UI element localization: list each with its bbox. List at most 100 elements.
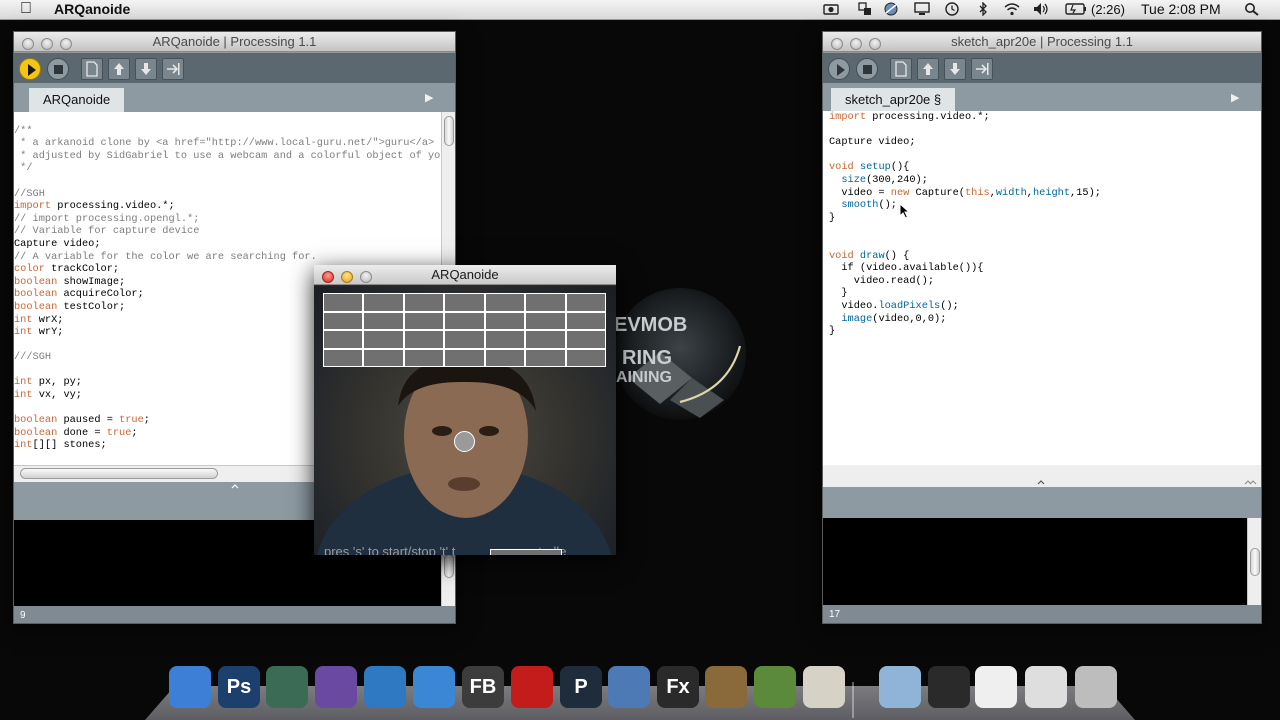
splitter-handle-icon[interactable] [228,482,242,490]
wifi-icon[interactable] [1004,2,1020,16]
left-console-vscroll-thumb[interactable] [444,554,454,578]
photoshop-icon[interactable]: Ps [218,666,260,708]
globe-icon[interactable] [364,666,406,708]
coffee-cup-icon[interactable] [803,666,845,708]
right-console-vscrollbar[interactable] [1247,518,1261,605]
export-button[interactable] [971,58,993,80]
code-line[interactable]: // import processing.opengl.*; [14,213,441,226]
code-line[interactable] [829,237,1247,250]
code-line[interactable]: * adjusted by SidGabriel to use a webcam… [14,150,441,163]
zoom-window-icon[interactable] [60,38,72,50]
close-window-icon[interactable] [22,38,34,50]
camera-icon[interactable] [823,2,839,16]
code-line[interactable] [829,149,1247,162]
webcam-video-canvas[interactable]: pres 's' to start/stop 't' tcontrolle [314,286,616,555]
code-line[interactable]: */ [14,162,441,175]
menubar-clock[interactable]: Tue 2:08 PM [1141,1,1221,17]
window-thumb-1-icon[interactable] [928,666,970,708]
code-line[interactable]: import processing.video.*; [14,200,441,213]
right-window-titlebar[interactable]: sketch_apr20e | Processing 1.1 [823,32,1261,52]
window-thumb-2-icon[interactable] [975,666,1017,708]
code-line[interactable]: Capture video; [14,238,441,251]
flash-builder-icon[interactable]: FB [462,666,504,708]
time-machine-icon[interactable] [944,2,960,16]
code-line[interactable]: // A variable for the color we are searc… [14,251,441,264]
new-button[interactable] [81,58,103,80]
right-console-vscroll-thumb[interactable] [1250,548,1260,576]
minimize-window-icon[interactable] [41,38,53,50]
save-button[interactable] [944,58,966,80]
window-thumb-3-icon[interactable] [1025,666,1067,708]
export-button[interactable] [162,58,184,80]
tab-menu-arrow-icon[interactable]: ▶ [425,91,439,104]
code-line[interactable]: //SGH [14,188,441,201]
trash-icon[interactable] [1075,666,1117,708]
left-editor-hscroll-thumb[interactable] [20,468,218,479]
open-button[interactable] [917,58,939,80]
safari-icon[interactable] [413,666,455,708]
new-button[interactable] [890,58,912,80]
open-button[interactable] [108,58,130,80]
flash-icon[interactable] [511,666,553,708]
left-editor-vscroll-thumb[interactable] [444,116,454,146]
run-button[interactable] [19,58,41,80]
aperture-gear-icon[interactable] [315,666,357,708]
zoom-window-icon[interactable] [360,271,372,283]
bluetooth-icon[interactable] [975,2,991,16]
tab-arqanoide[interactable]: ARQanoide [29,88,125,112]
stop-button[interactable] [856,58,878,80]
code-line[interactable]: size(300,240); [829,174,1247,187]
code-line[interactable] [829,224,1247,237]
minimize-window-icon[interactable] [341,271,353,283]
right-console[interactable] [823,518,1247,605]
code-line[interactable] [14,112,441,125]
code-line[interactable]: void setup(){ [829,161,1247,174]
code-line[interactable] [14,175,441,188]
code-line[interactable]: video.loadPixels(); [829,300,1247,313]
display-icon[interactable] [914,2,930,16]
code-line[interactable]: } [829,325,1247,338]
code-line[interactable] [829,124,1247,137]
battery-icon[interactable] [1065,2,1087,16]
media-icon[interactable] [705,666,747,708]
code-line[interactable]: smooth(); [829,199,1247,212]
code-line[interactable]: * a arkanoid clone by <a href="http://ww… [14,137,441,150]
code-line[interactable]: video = new Capture(this,width,height,15… [829,187,1247,200]
run-button[interactable] [828,58,850,80]
code-line[interactable]: image(video,0,0); [829,313,1247,326]
code-line[interactable]: video.read(); [829,275,1247,288]
sync-icon[interactable] [857,2,873,16]
right-editor-hscrollbar[interactable] [823,465,1261,487]
code-line[interactable]: // Variable for capture device [14,225,441,238]
finder-icon[interactable] [169,666,211,708]
code-line[interactable]: } [829,287,1247,300]
code-line[interactable]: /** [14,125,441,138]
splitter-handle-icon[interactable] [1034,478,1048,486]
left-window-titlebar[interactable]: ARQanoide | Processing 1.1 [14,32,455,52]
tab-sketch-apr20e[interactable]: sketch_apr20e § [831,88,956,112]
stop-button[interactable] [47,58,69,80]
apple-menu-icon[interactable]:  [20,0,32,18]
save-button[interactable] [135,58,157,80]
code-line[interactable]: if (video.available()){ [829,262,1247,275]
volume-icon[interactable] [1033,2,1049,16]
resize-corner-icon[interactable] [1243,478,1257,486]
illustrator-brain-icon[interactable] [266,666,308,708]
preview-icon[interactable] [754,666,796,708]
folder-icon[interactable] [879,666,921,708]
zoom-window-icon[interactable] [869,38,881,50]
close-window-icon[interactable] [322,271,334,283]
close-window-icon[interactable] [831,38,843,50]
right-code-editor[interactable]: import processing.video.*; Capture video;… [823,111,1247,465]
app-menu-name[interactable]: ARQanoide [54,1,130,17]
sketch-titlebar[interactable]: ARQanoide [314,265,616,285]
flex-icon[interactable]: Fx [657,666,699,708]
right-editor-vscrollbar[interactable] [1247,111,1261,465]
code-line[interactable]: import processing.video.*; [829,111,1247,124]
code-line[interactable]: Capture video; [829,136,1247,149]
tab-menu-arrow-icon[interactable]: ▶ [1231,91,1245,104]
code-line[interactable]: } [829,212,1247,225]
network-icon[interactable] [883,2,899,16]
virtualbox-icon[interactable] [608,666,650,708]
code-line[interactable]: void draw() { [829,250,1247,263]
